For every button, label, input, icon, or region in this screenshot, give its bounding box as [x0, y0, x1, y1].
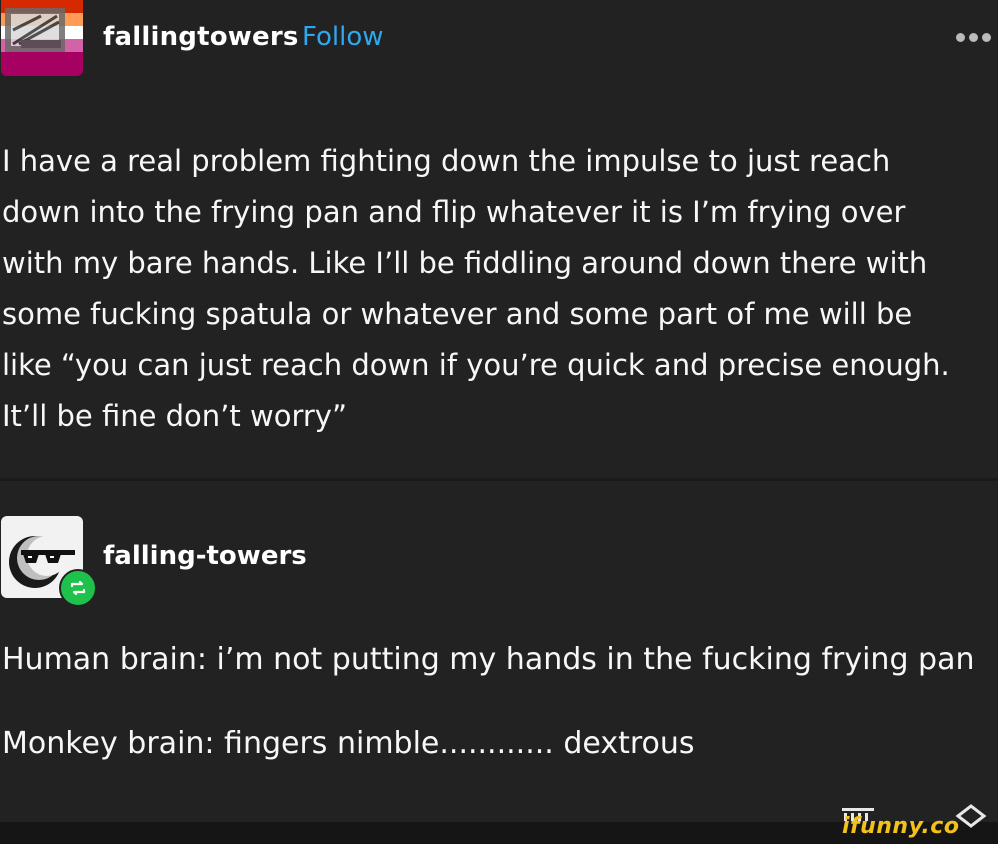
- more-options-button[interactable]: [956, 28, 998, 46]
- reblog-text-line-2: Monkey brain: fingers nimble............…: [2, 726, 695, 761]
- reblog-icon: [59, 569, 97, 607]
- watermark-text: ifunny.co: [842, 814, 960, 839]
- ellipsis-icon: [956, 32, 965, 42]
- ifunny-watermark: ifunny.co: [838, 800, 998, 844]
- author-avatar[interactable]: [1, 0, 83, 76]
- author-username[interactable]: fallingtowers: [103, 22, 299, 52]
- ellipsis-icon: [969, 32, 978, 42]
- reblog-text-line-1: Human brain: i’m not putting my hands in…: [2, 642, 975, 677]
- reblogger-username[interactable]: falling-towers: [103, 541, 307, 571]
- post-body: I have a real problem fighting down the …: [2, 144, 950, 433]
- ellipsis-icon: [982, 32, 991, 42]
- pride-flag-avatar-image: [1, 0, 83, 76]
- follow-button[interactable]: Follow: [302, 22, 384, 52]
- post-header: fallingtowers Follow: [0, 0, 998, 78]
- reblog-divider: [0, 478, 998, 481]
